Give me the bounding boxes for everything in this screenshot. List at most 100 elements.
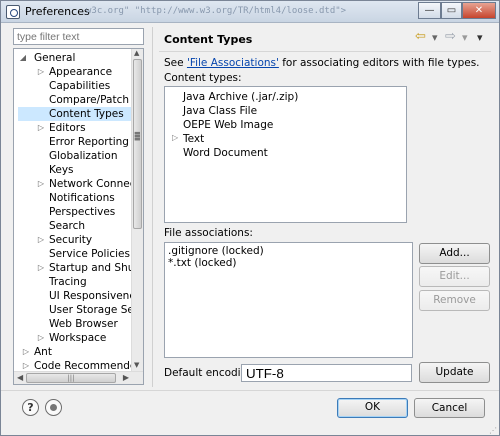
file-association-item[interactable]: *.txt (locked) (168, 257, 237, 270)
resize-grip-icon[interactable]: ⋰ (489, 427, 497, 435)
file-associations-link[interactable]: 'File Associations' (187, 57, 279, 69)
file-associations-list[interactable]: .gitignore (locked) *.txt (locked) (164, 242, 413, 358)
pane-splitter[interactable] (152, 27, 153, 387)
tree-item-label: Editors (49, 122, 86, 134)
tree-item-label: Error Reporting (49, 136, 129, 148)
expand-triangle-icon[interactable]: ▷ (37, 121, 45, 135)
tree-vertical-scrollbar[interactable]: ▲ ▬ ▬ ▬ ▼ (131, 49, 143, 371)
update-button[interactable]: Update (419, 362, 490, 383)
horizontal-scroll-thumb[interactable]: ||| (26, 373, 116, 383)
help-icon[interactable]: ? (22, 399, 39, 416)
expand-triangle-icon[interactable]: ▷ (37, 261, 45, 275)
forward-arrow-icon[interactable]: ⇨ (445, 29, 456, 44)
expand-triangle-icon[interactable]: ▷ (37, 65, 45, 79)
tree-item-label: Appearance (49, 66, 113, 78)
tree-item-label: General (34, 52, 76, 64)
tree-item-label: UI Responsiveness N (49, 290, 144, 302)
collapse-triangle-icon[interactable]: ◢ (19, 51, 27, 65)
tree-item[interactable]: UI Responsiveness N (18, 289, 143, 303)
window-title: Preferences (25, 5, 90, 18)
tree-item-label: Startup and Shutdo (49, 262, 144, 274)
tree-item-label: Workspace (49, 332, 107, 344)
tree-item-label: Notifications (49, 192, 115, 204)
tree-item-label: Capabilities (49, 80, 111, 92)
view-menu-icon[interactable]: ▾ (477, 31, 483, 44)
tree-item-label: User Storage Servic (49, 304, 144, 316)
scroll-down-arrow-icon[interactable]: ▼ (134, 361, 139, 369)
tree-item[interactable]: ▷ Network Connectio (18, 177, 143, 191)
expand-triangle-icon[interactable]: ▷ (172, 133, 178, 142)
eclipse-app-icon (6, 5, 20, 19)
content-type-item[interactable]: Java Class File (183, 104, 257, 118)
page-title: Content Types (164, 33, 253, 46)
tree-item-label: Compare/Patch (49, 94, 130, 106)
tree-horizontal-scrollbar[interactable]: ◀ ||| ▶ (14, 371, 143, 384)
tree-item[interactable]: Service Policies (18, 247, 132, 261)
cancel-button[interactable]: Cancel (414, 398, 485, 418)
scroll-up-arrow-icon[interactable]: ▲ (134, 49, 139, 57)
tree-item[interactable]: ▷ Appearance (18, 65, 132, 79)
maximize-button[interactable]: ▭ (441, 2, 462, 19)
tree-item[interactable]: ▷ Editors (18, 121, 132, 135)
file-associations-label: File associations: (164, 227, 253, 239)
expand-triangle-icon[interactable]: ▷ (37, 233, 45, 247)
hint-suffix: for associating editors with file types. (278, 57, 480, 69)
file-associations-hint: See 'File Associations' for associating … (164, 57, 480, 69)
footer-separator (1, 390, 499, 391)
filter-input[interactable] (13, 28, 144, 45)
expand-triangle-icon[interactable]: ▷ (22, 345, 30, 359)
hint-prefix: See (164, 57, 187, 69)
add-button[interactable]: Add... (419, 243, 490, 264)
tree-item[interactable]: Capabilities (18, 79, 132, 93)
tree-item-label: Tracing (49, 276, 87, 288)
content-type-item[interactable]: OEPE Web Image (183, 118, 273, 132)
expand-triangle-icon[interactable]: ▷ (37, 331, 45, 345)
tree-item[interactable]: Keys (18, 163, 132, 177)
tree-item[interactable]: Web Browser (18, 317, 132, 331)
tree-item[interactable]: User Storage Servic (18, 303, 143, 317)
scroll-grip-icon: ▬ ▬ ▬ (134, 129, 141, 143)
tree-item[interactable]: ▷ Security (18, 233, 132, 247)
back-menu-chevron-icon[interactable]: ▾ (432, 31, 438, 44)
preferences-window: Preferences w3c.org" "http://www.w3.org/… (0, 0, 500, 436)
content-type-item[interactable]: Word Document (183, 146, 268, 160)
scroll-thumb[interactable] (133, 59, 142, 229)
minimize-button[interactable]: — (418, 2, 441, 19)
tree-item[interactable]: Tracing (18, 275, 132, 289)
tree-item[interactable]: ▷ Workspace (18, 331, 132, 345)
tree-item-label: Search (49, 220, 86, 232)
tree-item[interactable]: Search (18, 219, 132, 233)
tree-item[interactable]: Error Reporting (18, 135, 132, 149)
content-types-tree[interactable]: Java Archive (.jar/.zip) Java Class File O… (164, 86, 407, 223)
tree-item-label: Web Browser (49, 318, 118, 330)
scroll-left-arrow-icon[interactable]: ◀ (17, 373, 23, 382)
tree-item[interactable]: Content Types (18, 107, 132, 121)
tree-item-label: Keys (49, 164, 74, 176)
tree-item[interactable]: Notifications (18, 191, 132, 205)
scroll-right-arrow-icon[interactable]: ▶ (123, 373, 129, 382)
tree-item-label: Perspectives (49, 206, 116, 218)
content-type-item[interactable]: Text (183, 132, 204, 146)
preferences-tree[interactable]: ◢ General ▷ Appearance Capabilities Compare… (13, 48, 144, 385)
forward-menu-chevron-icon[interactable]: ▾ (462, 31, 468, 44)
content-types-label: Content types: (164, 72, 242, 84)
expand-triangle-icon[interactable]: ▷ (37, 177, 45, 191)
tree-item[interactable]: Perspectives (18, 205, 132, 219)
default-encoding-field[interactable] (241, 364, 412, 382)
tree-item-label: Globalization (49, 150, 118, 162)
tree-item[interactable]: ▷ Startup and Shutdo (18, 261, 143, 275)
tree-item[interactable]: Globalization (18, 149, 132, 163)
record-icon[interactable] (45, 399, 62, 416)
content-type-item[interactable]: Java Archive (.jar/.zip) (183, 90, 298, 104)
edit-button[interactable]: Edit... (419, 266, 490, 287)
ok-button[interactable]: OK (337, 398, 408, 418)
close-button[interactable]: ✕ (462, 2, 496, 19)
header-separator (159, 51, 491, 52)
tree-item[interactable]: Compare/Patch (18, 93, 132, 107)
back-arrow-icon[interactable]: ⇦ (415, 29, 426, 44)
background-ghost-text: w3c.org" "http://www.w3.org/TR/html4/loo… (86, 6, 347, 16)
remove-button[interactable]: Remove (419, 290, 490, 311)
tree-item-label: Content Types (49, 108, 124, 120)
tree-item-label: Security (49, 234, 93, 246)
title-bar[interactable]: Preferences w3c.org" "http://www.w3.org/… (1, 1, 499, 23)
